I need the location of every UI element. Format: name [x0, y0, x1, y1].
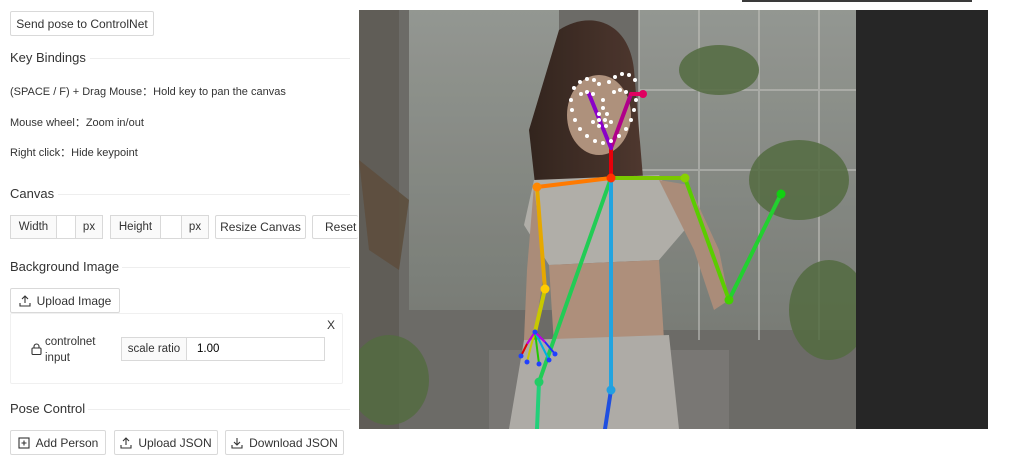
reset-label: Reset [325, 220, 357, 234]
top-right-edge-strip [742, 0, 972, 2]
pose-canvas[interactable] [359, 10, 988, 429]
height-input[interactable] [161, 215, 181, 239]
close-icon[interactable]: X [327, 318, 335, 332]
send-pose-label: Send pose to ControlNet [16, 16, 148, 31]
background-layer-card: X controlnet input scale ratio [10, 313, 343, 384]
upload-image-button[interactable]: Upload Image [10, 288, 120, 313]
pose-control-divider [88, 409, 350, 410]
layer-name-line1: controlnet [45, 336, 96, 348]
download-json-button[interactable]: Download JSON [225, 430, 344, 455]
upload-icon [120, 436, 132, 449]
background-layer-name: controlnet input [45, 334, 96, 366]
width-unit: px [75, 215, 103, 239]
upload-image-label: Upload Image [36, 293, 112, 308]
height-field-group: Height px [110, 215, 209, 239]
add-person-label: Add Person [35, 435, 99, 450]
plus-square-icon [18, 436, 30, 449]
download-icon [231, 437, 243, 449]
reset-button[interactable]: Reset [312, 215, 358, 239]
scale-ratio-label: scale ratio [121, 337, 187, 361]
upload-json-button[interactable]: Upload JSON [114, 430, 218, 455]
pose-control-title: Pose Control [10, 401, 86, 416]
key-bindings-divider [90, 58, 350, 59]
key-binding-pan: (SPACE / F) + Drag Mouse：Hold key to pan… [10, 86, 286, 98]
canvas-dark-area [856, 10, 988, 429]
canvas-divider [58, 194, 350, 195]
add-person-button[interactable]: Add Person [10, 430, 106, 455]
send-pose-button[interactable]: Send pose to ControlNet [10, 11, 154, 36]
key-binding-hide: Right click：Hide keypoint [10, 147, 138, 159]
resize-canvas-button[interactable]: Resize Canvas [215, 215, 306, 239]
layer-name-line2: input [45, 352, 70, 364]
height-label: Height [110, 215, 161, 239]
key-bindings-title: Key Bindings [10, 50, 86, 65]
key-binding-zoom: Mouse wheel：Zoom in/out [10, 117, 144, 129]
background-divider [122, 267, 350, 268]
pose-canvas-svg[interactable] [359, 10, 988, 429]
resize-canvas-label: Resize Canvas [220, 220, 301, 234]
width-field-group: Width px [10, 215, 103, 239]
scale-ratio-group: scale ratio [121, 337, 325, 361]
width-label: Width [10, 215, 57, 239]
height-unit: px [181, 215, 209, 239]
width-input[interactable] [57, 215, 75, 239]
scale-ratio-input[interactable] [187, 337, 325, 361]
upload-json-label: Upload JSON [138, 435, 212, 450]
download-json-label: Download JSON [249, 435, 338, 450]
canvas-title: Canvas [10, 186, 55, 201]
background-image-title: Background Image [10, 259, 120, 274]
background-photo [359, 10, 869, 429]
lock-icon[interactable] [31, 343, 42, 355]
upload-icon [19, 294, 31, 307]
